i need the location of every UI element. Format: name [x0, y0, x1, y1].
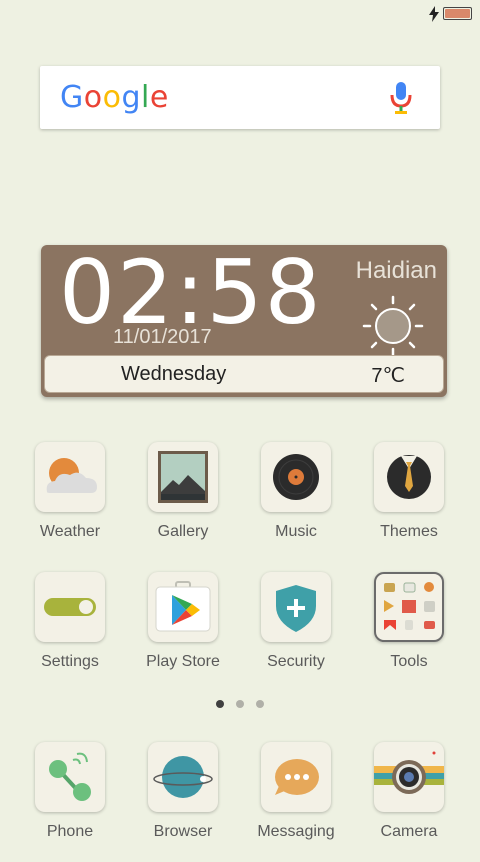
app-tools[interactable]: Tools	[353, 572, 465, 692]
status-bar	[0, 0, 480, 28]
camera-icon	[374, 751, 444, 794]
weather-panel: Wednesday 7℃	[44, 355, 444, 393]
dock-camera[interactable]: Camera	[353, 742, 465, 862]
app-label: Weather	[39, 523, 101, 540]
dock-messaging[interactable]: Messaging	[240, 742, 352, 862]
app-play-store[interactable]: Play Store	[127, 572, 239, 692]
google-search-bar[interactable]: Google	[40, 66, 440, 129]
weather-city: Haidian	[355, 257, 437, 284]
dock-browser[interactable]: Browser	[127, 742, 239, 862]
app-label: Phone	[46, 823, 94, 840]
app-label: Messaging	[257, 823, 335, 840]
toggle-switch-icon	[44, 598, 96, 616]
app-security[interactable]: Security	[240, 572, 352, 692]
page-dot[interactable]	[216, 700, 224, 708]
page-dot[interactable]	[236, 700, 244, 708]
charging-icon	[429, 6, 439, 22]
weekday-label: Wednesday	[121, 363, 227, 385]
clock-date: 11/01/2017	[113, 326, 212, 348]
google-logo: Google	[60, 80, 169, 115]
battery-icon	[443, 7, 472, 20]
vinyl-record-icon	[273, 454, 319, 500]
shield-icon	[276, 585, 316, 632]
temperature-label: 7℃	[371, 365, 405, 387]
app-weather[interactable]: Weather	[14, 442, 126, 562]
app-settings[interactable]: Settings	[14, 572, 126, 692]
weather-icon	[46, 458, 97, 493]
tools-folder-icon	[374, 572, 444, 642]
app-label: Browser	[153, 823, 213, 840]
microphone-icon[interactable]	[390, 82, 412, 114]
chat-bubble-icon	[275, 759, 319, 795]
app-music[interactable]: Music	[240, 442, 352, 562]
app-gallery[interactable]: Gallery	[127, 442, 239, 562]
app-label: Play Store	[146, 653, 220, 670]
app-label: Music	[275, 523, 317, 540]
app-label: Security	[267, 653, 325, 670]
dock-phone[interactable]: Phone	[14, 742, 126, 862]
gallery-icon	[158, 451, 208, 503]
app-label: Settings	[41, 653, 99, 670]
app-label: Themes	[380, 523, 438, 540]
app-themes[interactable]: Themes	[353, 442, 465, 562]
sunny-icon	[362, 295, 424, 357]
planet-icon	[153, 756, 213, 798]
tuxedo-icon	[387, 455, 431, 499]
phone-icon	[49, 752, 91, 801]
app-label: Gallery	[157, 523, 209, 540]
page-indicator[interactable]	[214, 700, 274, 708]
app-label: Tools	[390, 653, 428, 670]
app-label: Camera	[380, 823, 438, 840]
play-store-icon	[155, 581, 211, 632]
page-dot[interactable]	[256, 700, 264, 708]
clock-weather-widget[interactable]: 02:58 11/01/2017 Haidian Wednesday 7℃	[41, 241, 447, 397]
